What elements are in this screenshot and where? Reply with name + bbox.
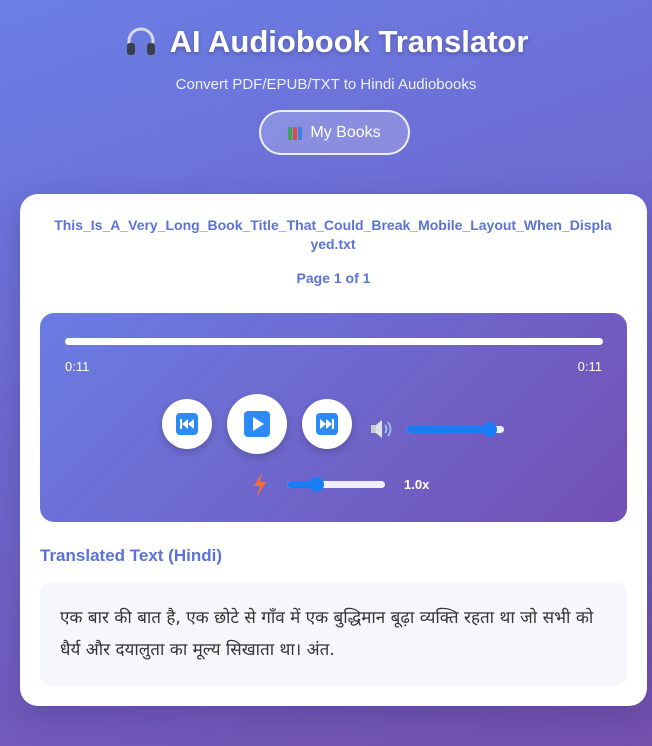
app-title-text: AI Audiobook Translator xyxy=(169,24,529,59)
translated-text-heading: Translated Text (Hindi) xyxy=(40,546,222,565)
speed-label: 1.0x xyxy=(404,477,430,492)
fast-forward-icon xyxy=(316,413,338,435)
my-books-label: My Books xyxy=(310,123,381,141)
app-subtitle: Convert PDF/EPUB/TXT to Hindi Audiobooks xyxy=(175,76,477,93)
my-books-button[interactable]: My Books xyxy=(259,110,410,155)
books-icon xyxy=(288,126,303,140)
total-time: 0:11 xyxy=(577,359,602,374)
volume-slider-thumb[interactable] xyxy=(481,422,497,437)
speed-slider[interactable] xyxy=(287,481,385,488)
player-card: This_Is_A_Very_Long_Book_Title_That_Coul… xyxy=(20,194,647,706)
audio-player: 0:11 0:11 1.0x xyxy=(40,313,627,522)
page-indicator: Page 1 of 1 xyxy=(296,270,371,286)
lightning-icon xyxy=(254,473,266,497)
rewind-button[interactable] xyxy=(162,399,212,449)
current-time: 0:11 xyxy=(65,359,90,374)
translated-text-box: एक बार की बात है, एक छोटे से गाँव में एक… xyxy=(40,582,627,686)
speaker-icon xyxy=(371,420,392,438)
play-button[interactable] xyxy=(227,394,287,454)
progress-bar[interactable] xyxy=(65,338,603,345)
volume-level xyxy=(406,426,490,433)
rewind-icon xyxy=(176,413,198,435)
play-icon xyxy=(244,411,270,437)
fast-forward-button[interactable] xyxy=(302,399,352,449)
speed-slider-thumb[interactable] xyxy=(308,477,324,492)
headphones-icon xyxy=(126,27,155,55)
book-title: This_Is_A_Very_Long_Book_Title_That_Coul… xyxy=(54,217,612,252)
app-title: AI Audiobook Translator xyxy=(0,24,652,60)
